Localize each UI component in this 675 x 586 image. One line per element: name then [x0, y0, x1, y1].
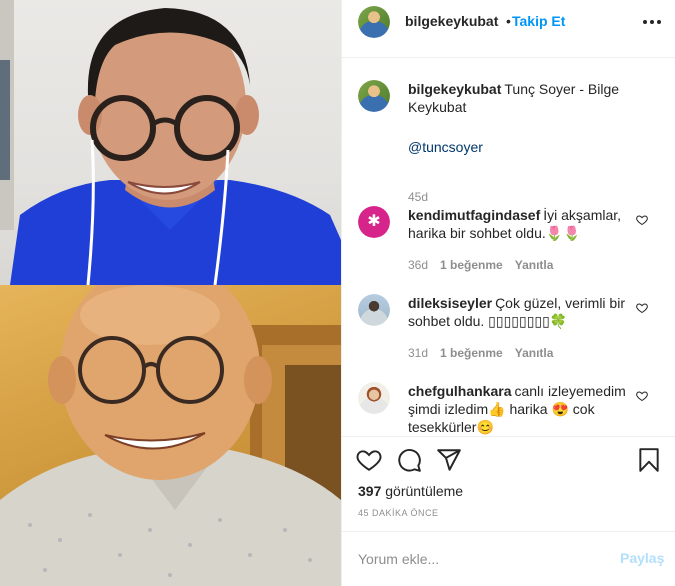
comment-username[interactable]: dileksiseyler [408, 295, 492, 311]
caption-username[interactable]: bilgekeykubat [408, 81, 501, 97]
post-comment-button[interactable]: Paylaş [620, 550, 664, 566]
caption-text: bilgekeykubat Tunç Soyer - Bilge Keykubat [408, 80, 633, 116]
avatar[interactable] [358, 6, 390, 38]
comment-age: 36d [408, 258, 429, 272]
post-timestamp: 45 DAKİKA ÖNCE [358, 508, 439, 518]
participant-bottom-illustration [0, 285, 341, 586]
paper-plane-icon[interactable] [436, 447, 462, 473]
comment-meta: 36d 1 beğenme Yanıtla [408, 258, 565, 272]
reply-button[interactable]: Yanıtla [515, 258, 554, 272]
post-author-username[interactable]: bilgekeykubat [405, 13, 498, 29]
avatar[interactable] [358, 80, 390, 112]
caption-line1: Tunç Soyer - Bilge [504, 81, 620, 97]
comment-likes[interactable]: 1 beğenme [440, 346, 503, 360]
profile-photo [358, 80, 390, 112]
heart-icon[interactable] [636, 302, 648, 314]
comment-icon[interactable] [396, 447, 422, 473]
views-count[interactable]: 397 görüntüleme [358, 483, 463, 499]
list-item: chefgulhankara canlı izleyemedim şimdi iz… [342, 382, 675, 436]
comment-username[interactable]: kendimutfagindasef [408, 207, 540, 223]
avatar[interactable] [358, 206, 390, 238]
views-number: 397 [358, 483, 382, 499]
reply-button[interactable]: Yanıtla [515, 346, 554, 360]
comment-username[interactable]: chefgulhankara [408, 383, 511, 399]
comment-input[interactable] [358, 548, 598, 570]
caption-mention[interactable]: @tuncsoyer [408, 138, 633, 156]
post-caption: bilgekeykubat Tunç Soyer - Bilge Keykubat… [342, 80, 675, 204]
profile-photo [358, 294, 390, 326]
post-details-panel: bilgekeykubat • Takip Et bilgekeykubat Tu… [341, 0, 675, 586]
comment-text: chefgulhankara canlı izleyemedim şimdi iz… [408, 382, 633, 436]
comment-text: kendimutfagindasef İyi akşamlar, harika b… [408, 206, 633, 242]
separator-dot: • [506, 13, 511, 29]
profile-photo [358, 6, 390, 38]
follow-button[interactable]: Takip Et [512, 13, 565, 29]
post-header: bilgekeykubat • Takip Et [342, 0, 675, 58]
heart-icon[interactable] [356, 447, 382, 473]
caption-age: 45d [408, 190, 429, 204]
views-label: görüntüleme [385, 483, 464, 499]
comment-age: 31d [408, 346, 429, 360]
comment-composer: Paylaş [342, 531, 675, 586]
heart-icon[interactable] [636, 390, 648, 402]
more-options-icon[interactable] [642, 14, 662, 30]
comments-list[interactable]: bilgekeykubat Tunç Soyer - Bilge Keykubat… [342, 58, 675, 436]
heart-icon[interactable] [636, 214, 648, 226]
list-item: kendimutfagindasefİyi akşamlar, harika b… [342, 206, 675, 276]
bookmark-icon[interactable] [636, 447, 662, 473]
profile-photo [358, 382, 390, 414]
comment-meta: 31d 1 beğenme Yanıtla [408, 346, 565, 360]
caption-line2: Keykubat [408, 99, 467, 115]
comment-text: dileksiseyler Çok güzel, verimli bir sohb… [408, 294, 633, 330]
post-actions: 397 görüntüleme 45 DAKİKA ÖNCE Paylaş [342, 436, 675, 586]
video-call-top-participant [0, 0, 341, 285]
video-call-bottom-participant [0, 285, 341, 586]
comment-likes[interactable]: 1 beğenme [440, 258, 503, 272]
profile-photo [358, 206, 390, 238]
avatar[interactable] [358, 294, 390, 326]
avatar[interactable] [358, 382, 390, 414]
participant-top-illustration [0, 0, 341, 285]
list-item: dileksiseyler Çok güzel, verimli bir sohb… [342, 294, 675, 364]
post-media[interactable] [0, 0, 341, 586]
